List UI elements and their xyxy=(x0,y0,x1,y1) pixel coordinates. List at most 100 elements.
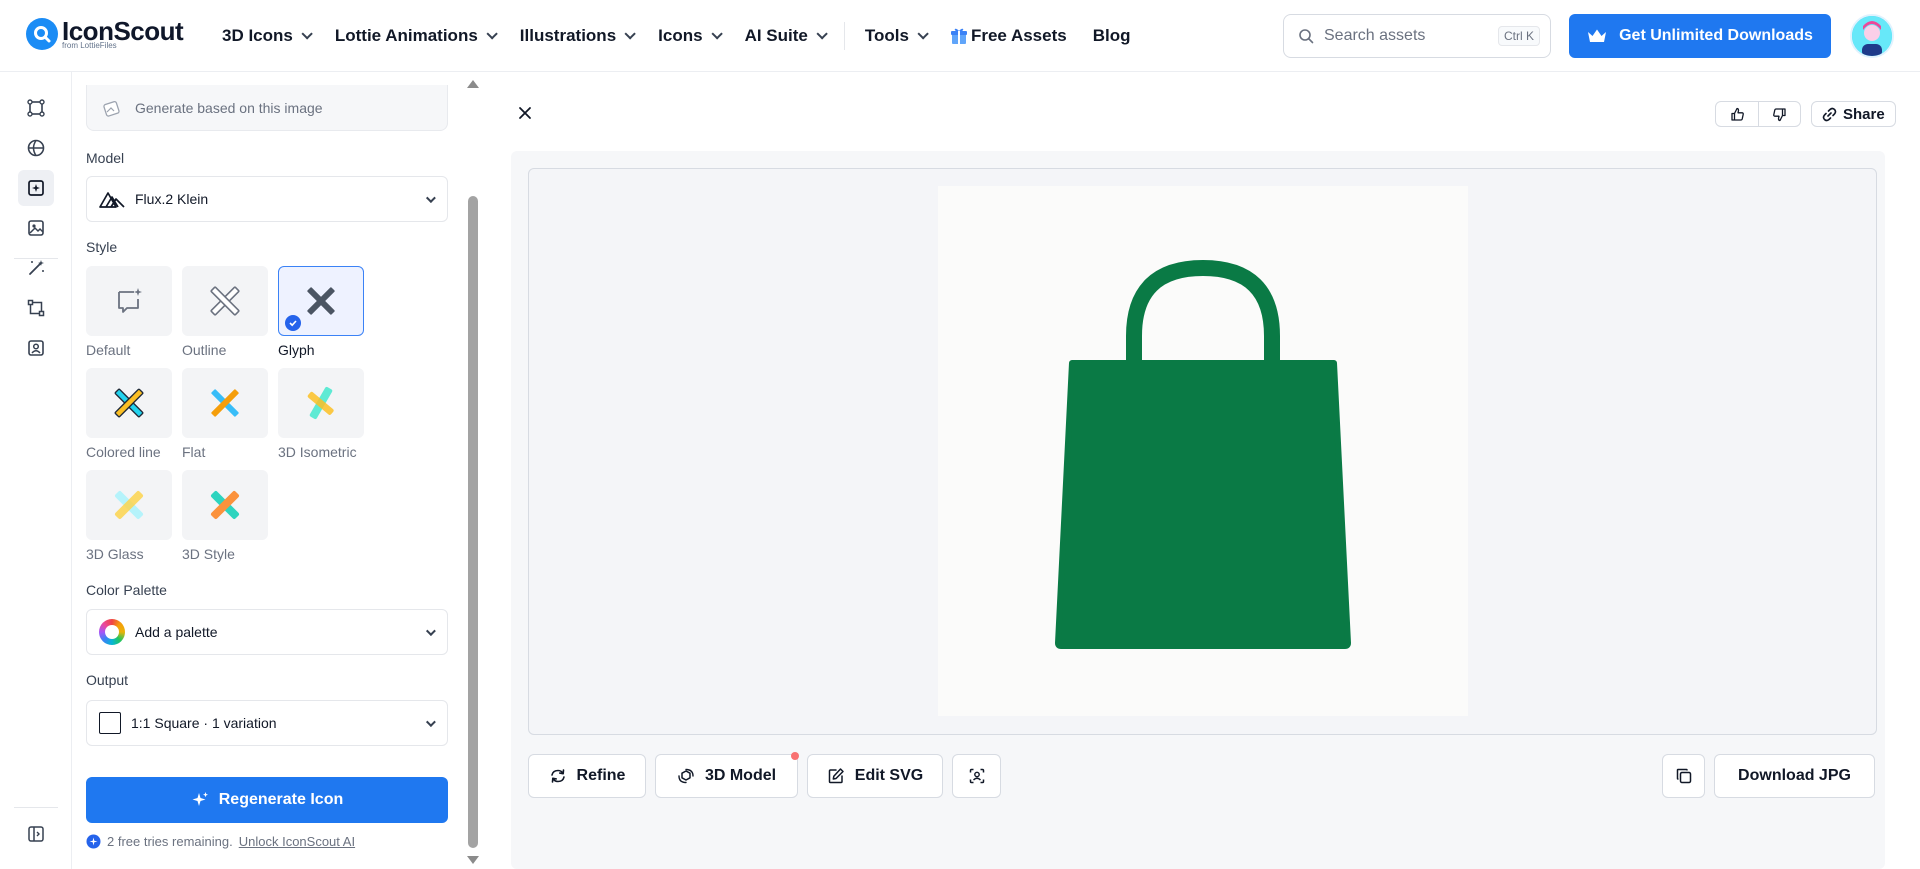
logo-subtitle: from LottieFiles xyxy=(62,41,117,50)
style-colored-line-card[interactable] xyxy=(86,368,172,438)
color-palette-label: Color Palette xyxy=(86,582,167,598)
nav-tools[interactable]: Tools xyxy=(864,26,929,46)
nav-icons[interactable]: Icons xyxy=(658,26,723,46)
thumbs-down-icon xyxy=(1773,107,1786,121)
top-header: IconScout from LottieFiles 3D Icons Lott… xyxy=(0,0,1920,72)
scroll-up-arrow-icon[interactable] xyxy=(467,80,479,88)
refine-button[interactable]: Refine xyxy=(528,754,646,798)
style-3d-style-label: 3D Style xyxy=(182,546,235,562)
sparkle-square-icon xyxy=(28,180,44,196)
3d-model-label: 3D Model xyxy=(704,767,777,784)
regenerate-label: Regenerate Icon xyxy=(218,791,344,808)
rail-3d-icons-tool[interactable] xyxy=(18,90,54,126)
image-reference-icon xyxy=(103,100,120,117)
nav-blog[interactable]: Blog xyxy=(1093,26,1131,46)
rail-collapse-button[interactable] xyxy=(18,816,54,852)
portrait-icon xyxy=(28,340,44,356)
logo-search-icon xyxy=(26,18,58,50)
style-outline-card[interactable] xyxy=(182,266,268,336)
get-unlimited-downloads-button[interactable]: Get Unlimited Downloads xyxy=(1569,14,1831,58)
generate-based-on-image[interactable]: Generate based on this image xyxy=(86,85,448,131)
style-outline-label: Outline xyxy=(182,342,227,358)
chevron-down-icon xyxy=(917,28,929,40)
rail-icon-generator[interactable] xyxy=(18,170,54,206)
image-icon xyxy=(28,220,44,236)
rail-divider xyxy=(14,807,58,808)
pencil-ruler-colored-line-icon xyxy=(114,388,144,418)
thumbs-up-button[interactable] xyxy=(1716,102,1758,126)
style-3d-isometric-card[interactable] xyxy=(278,368,364,438)
chevron-down-icon xyxy=(301,28,313,40)
feedback-actions: Share xyxy=(1715,101,1896,127)
3d-model-button[interactable]: 3D Model xyxy=(655,754,798,798)
rail-image-tool[interactable] xyxy=(18,210,54,246)
nav-illustrations[interactable]: Illustrations xyxy=(520,26,636,46)
globe-icon xyxy=(27,139,45,157)
nav-label: Tools xyxy=(864,26,909,45)
selected-check-icon xyxy=(285,315,301,331)
panel-scroll-thumb[interactable] xyxy=(468,196,478,848)
color-palette-select[interactable]: Add a palette xyxy=(86,609,448,655)
refresh-icon xyxy=(550,769,565,783)
model-select[interactable]: Flux.2 Klein xyxy=(86,176,448,222)
style-flat-card[interactable] xyxy=(182,368,268,438)
nav-free-assets[interactable]: Free Assets xyxy=(950,26,1067,46)
color-wheel-icon xyxy=(99,619,125,645)
vector-path-icon xyxy=(27,299,45,317)
scroll-down-arrow-icon[interactable] xyxy=(467,856,479,864)
edit-svg-button[interactable]: Edit SVG xyxy=(807,754,943,798)
search-input[interactable]: Search assets Ctrl K xyxy=(1283,14,1551,58)
nav-ai-suite[interactable]: AI Suite xyxy=(744,26,828,46)
gift-icon xyxy=(950,28,967,44)
crown-icon xyxy=(1588,29,1607,42)
style-3d-glass-card[interactable] xyxy=(86,470,172,540)
search-icon xyxy=(1299,29,1314,44)
copy-icon xyxy=(1676,768,1691,784)
iconscout-logo[interactable]: IconScout from LottieFiles xyxy=(26,18,184,50)
regenerate-icon-button[interactable]: Regenerate Icon xyxy=(86,777,448,823)
nav-3d-icons[interactable]: 3D Icons xyxy=(222,26,313,46)
chevron-down-icon xyxy=(425,716,436,727)
rail-lottie-tool[interactable] xyxy=(18,130,54,166)
style-glyph-label: Glyph xyxy=(278,342,315,358)
nav-divider xyxy=(843,22,845,50)
vote-group xyxy=(1715,101,1801,127)
model-value: Flux.2 Klein xyxy=(135,191,209,207)
link-icon xyxy=(1822,107,1837,121)
chevron-down-icon xyxy=(624,28,636,40)
model-label: Model xyxy=(86,150,125,166)
nav-label: Lottie Animations xyxy=(334,26,478,45)
style-default-card[interactable] xyxy=(86,266,172,336)
pencil-ruler-flat-icon xyxy=(211,389,239,417)
generated-icon-image xyxy=(938,186,1468,716)
user-avatar[interactable] xyxy=(1850,14,1894,58)
unlock-ai-link[interactable]: Unlock IconScout AI xyxy=(239,834,355,849)
close-icon xyxy=(519,107,531,119)
cube-transform-icon xyxy=(27,99,45,117)
search-placeholder: Search assets xyxy=(1324,27,1426,44)
close-button[interactable] xyxy=(514,102,536,124)
style-glyph-card[interactable] xyxy=(278,266,364,336)
thumbs-down-button[interactable] xyxy=(1758,102,1800,126)
magic-wand-icon xyxy=(29,260,44,275)
pencil-ruler-glyph-icon xyxy=(307,287,335,315)
pencil-ruler-glass-icon xyxy=(114,490,144,520)
style-3d-style-card[interactable] xyxy=(182,470,268,540)
share-button[interactable]: Share xyxy=(1811,101,1896,127)
pencil-ruler-isometric-icon xyxy=(307,387,334,419)
download-jpg-button[interactable]: Download JPG xyxy=(1714,754,1875,798)
avatar-convert-button[interactable] xyxy=(952,754,1001,798)
style-3d-glass-label: 3D Glass xyxy=(86,546,144,562)
rail-magic-tool[interactable] xyxy=(18,250,54,286)
copy-button[interactable] xyxy=(1662,754,1705,798)
edit-icon xyxy=(828,768,844,784)
tries-text: 2 free tries remaining. xyxy=(107,834,233,849)
output-select[interactable]: 1:1 Square · 1 variation xyxy=(86,700,448,746)
nav-label: AI Suite xyxy=(744,26,808,45)
style-3d-isometric-label: 3D Isometric xyxy=(278,444,357,460)
nav-lottie-animations[interactable]: Lottie Animations xyxy=(334,26,498,46)
rail-avatar-tool[interactable] xyxy=(18,330,54,366)
rail-vectorize-tool[interactable] xyxy=(18,290,54,326)
preview-frame xyxy=(528,168,1877,735)
flux-model-icon xyxy=(99,192,125,208)
